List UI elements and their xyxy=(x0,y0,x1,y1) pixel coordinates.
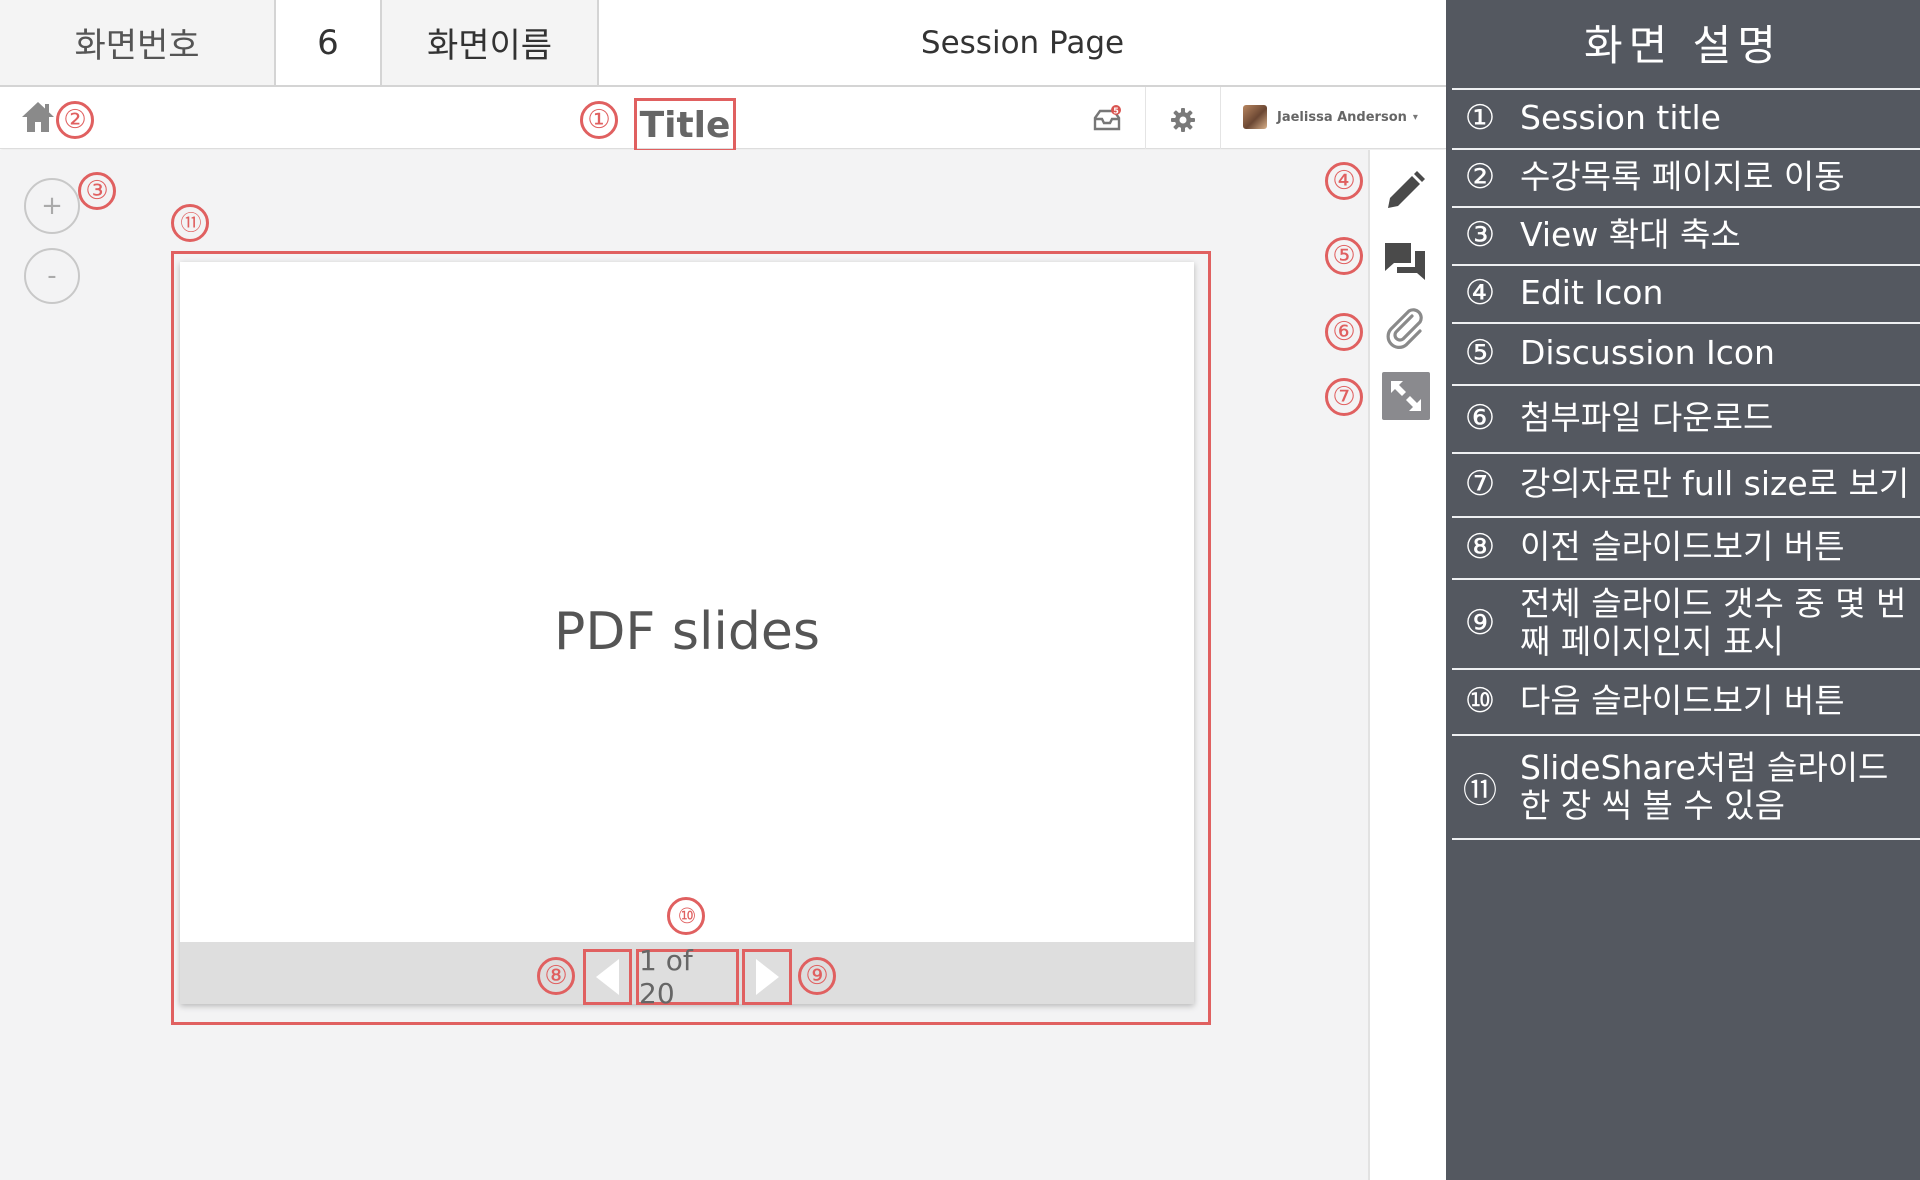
annotation-marker-5: ⑤ xyxy=(1325,237,1363,275)
annotation-marker-11: ⑪ xyxy=(171,204,209,242)
description-item-number: ⑧ xyxy=(1464,527,1496,567)
discussion-icon[interactable] xyxy=(1380,236,1430,286)
description-item: ① Session title xyxy=(1452,88,1920,146)
description-item: ⑨ 전체 슬라이드 갯수 중 몇 번째 페이지인지 표시 xyxy=(1452,578,1920,666)
description-item-text: View 확대 축소 xyxy=(1520,215,1741,254)
annotation-marker-2: ② xyxy=(56,101,94,139)
user-menu[interactable]: Jaelissa Anderson ▾ xyxy=(1243,105,1418,129)
description-item: ⑦ 강의자료만 full size로 보기 xyxy=(1452,452,1920,514)
description-item-text: 강의자료만 full size로 보기 xyxy=(1520,464,1910,503)
prev-slide-button[interactable] xyxy=(583,949,632,1005)
inbox-icon[interactable]: 5 xyxy=(1092,105,1122,135)
screen-number-label: 화면번호 xyxy=(0,0,276,85)
description-item-number: ⑦ xyxy=(1464,464,1496,504)
pencil-icon[interactable] xyxy=(1380,166,1430,216)
description-item-number: ① xyxy=(1464,98,1496,138)
description-item-text: 첨부파일 다운로드 xyxy=(1520,398,1774,437)
gear-icon[interactable] xyxy=(1168,105,1198,135)
description-item-number: ④ xyxy=(1464,273,1496,313)
annotation-marker-4: ④ xyxy=(1325,162,1363,200)
description-item-text: Session title xyxy=(1520,98,1721,137)
annotation-marker-3: ③ xyxy=(78,172,116,210)
description-item: ⑤ Discussion Icon xyxy=(1452,322,1920,382)
description-item: ④ Edit Icon xyxy=(1452,264,1920,320)
description-item-text: Discussion Icon xyxy=(1520,333,1775,372)
annotation-marker-1: ① xyxy=(580,101,618,139)
annotation-marker-7: ⑦ xyxy=(1325,378,1363,416)
triangle-left-icon xyxy=(595,959,619,995)
description-item-text: 전체 슬라이드 갯수 중 몇 번째 페이지인지 표시 xyxy=(1520,584,1907,661)
description-panel: 화면 설명 ① Session title ② 수강목록 페이지로 이동 ③ V… xyxy=(1446,0,1920,1180)
expand-icon xyxy=(1391,381,1421,411)
description-item: ⑧ 이전 슬라이드보기 버튼 xyxy=(1452,516,1920,576)
description-item-number: ⑪ xyxy=(1463,770,1497,811)
home-icon[interactable] xyxy=(20,99,56,135)
page-indicator: 1 of 20 xyxy=(636,944,739,1010)
description-item: ② 수강목록 페이지로 이동 xyxy=(1452,148,1920,204)
next-slide-button[interactable] xyxy=(742,949,792,1005)
annotation-marker-9: ⑨ xyxy=(798,957,836,995)
paperclip-icon[interactable] xyxy=(1380,304,1430,354)
description-item: ⑥ 첨부파일 다운로드 xyxy=(1452,384,1920,450)
description-title: 화면 설명 xyxy=(1584,20,1782,70)
header-divider xyxy=(1220,87,1221,149)
page-indicator-text: 1 of 20 xyxy=(639,944,693,1010)
screen-name-label: 화면이름 xyxy=(382,0,599,85)
description-item: ⑪ SlideShare처럼 슬라이드 한 장 씩 볼 수 있음 xyxy=(1452,734,1920,840)
description-item-number: ⑤ xyxy=(1464,333,1496,373)
description-item-text: Edit Icon xyxy=(1520,273,1664,312)
annotation-marker-6: ⑥ xyxy=(1325,313,1363,351)
description-item-number: ⑩ xyxy=(1464,681,1496,721)
annotation-marker-10: ⑩ xyxy=(667,897,705,935)
notification-badge: 5 xyxy=(1113,107,1119,116)
description-item: ③ View 확대 축소 xyxy=(1452,206,1920,262)
description-item-text: 이전 슬라이드보기 버튼 xyxy=(1520,527,1845,566)
description-item-number: ② xyxy=(1464,157,1496,197)
avatar xyxy=(1243,105,1267,129)
screen-number: 6 xyxy=(276,0,382,85)
app-header: Title 5 Jaelissa Anderson ▾ xyxy=(0,87,1446,152)
chevron-down-icon: ▾ xyxy=(1412,111,1418,123)
description-item-number: ⑥ xyxy=(1464,398,1496,438)
description-item: ⑩ 다음 슬라이드보기 버튼 xyxy=(1452,668,1920,732)
annotation-marker-8: ⑧ xyxy=(537,957,575,995)
user-name: Jaelissa Anderson xyxy=(1277,109,1407,125)
slide-content: PDF slides xyxy=(554,602,820,662)
description-item-text: 수강목록 페이지로 이동 xyxy=(1520,157,1845,196)
slide-viewer: PDF slides xyxy=(180,262,1194,1004)
screen-name: Session Page xyxy=(920,24,1125,61)
description-item-number: ⑨ xyxy=(1464,603,1496,643)
fullscreen-button[interactable] xyxy=(1382,372,1430,420)
description-item-number: ③ xyxy=(1464,215,1496,255)
zoom-out-button[interactable]: - xyxy=(24,248,80,304)
session-title: Title xyxy=(634,98,736,152)
description-item-text: SlideShare처럼 슬라이드 한 장 씩 볼 수 있음 xyxy=(1520,748,1889,825)
zoom-in-button[interactable]: + xyxy=(24,178,80,234)
screen-info-bar: 화면번호 6 화면이름 Session Page xyxy=(0,0,1446,87)
triangle-right-icon xyxy=(756,959,779,995)
header-divider xyxy=(1145,87,1146,149)
description-item-text: 다음 슬라이드보기 버튼 xyxy=(1520,681,1845,720)
